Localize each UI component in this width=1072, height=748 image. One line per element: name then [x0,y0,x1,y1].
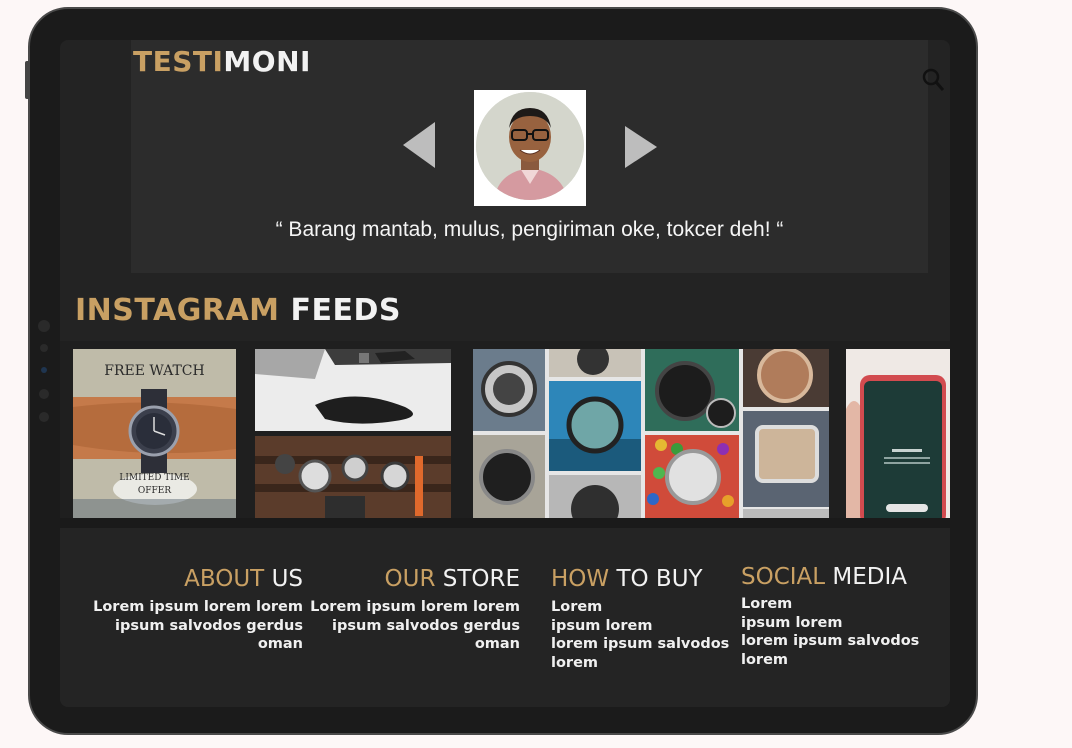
text-line: lorem ipsum salvodos [741,633,920,649]
testimoni-title: TESTIMONI [133,45,311,78]
text-line: oman [474,636,520,652]
footer-about-heading: ABOUT US [60,566,303,592]
footer-store-heading: OUR STORE [320,566,521,592]
camera-dot [38,320,50,332]
sensor-dot [39,389,49,399]
testimonial-quote: “ Barang mantab, mulus, pengiriman oke, … [275,218,784,241]
instagram-post[interactable] [255,436,451,518]
post-bottom-text-2: OFFER [137,486,172,496]
text-line: Lorem ipsum lorem lorem [310,599,520,615]
text-line: lorem ipsum salvodos [551,636,730,652]
text-line: oman [257,636,303,652]
heading-white-part: STORE [442,566,520,592]
heading-white-part: US [271,566,303,592]
post-bottom-text-1: LIMITED TIME [119,473,190,483]
title-gold-part: TESTI [133,45,224,78]
footer: ABOUT US Lorem ipsum lorem lorem ipsum s… [60,528,950,707]
text-line: ipsum salvodos gerdus [115,617,303,634]
sensor-dot [40,344,48,352]
text-line: Lorem [551,599,603,615]
heading-gold-part: ABOUT [184,566,265,592]
heading-gold-part: HOW [551,566,610,592]
title-white-part: MONI [223,45,311,78]
sensor-dot [39,412,49,422]
search-icon[interactable] [922,68,944,92]
footer-social-heading: SOCIAL MEDIA [741,564,907,590]
heading-gold-part: OUR [384,566,436,592]
text-line: Lorem ipsum lorem lorem [93,599,303,615]
text-line: ipsum lorem [551,617,653,634]
testimoni-section: TESTIMONI “ Barang mantab, mulus, pengir… [131,40,928,273]
sensor-dot [41,367,47,373]
footer-howto-heading: HOW TO BUY [551,566,703,592]
instagram-feed-strip: FREE WATCH LIMITED TIME OFFER [60,341,950,526]
heading-gold-part: SOCIAL [741,564,826,590]
avatar-frame [474,90,586,206]
footer-about-text: Lorem ipsum lorem lorem ipsum salvodos g… [80,598,303,654]
text-line: ipsum salvodos gerdus [332,617,520,634]
text-line: ipsum lorem [741,614,843,631]
post-top-text: FREE WATCH [104,363,205,379]
tablet-frame: TESTIMONI “ Barang mantab, mulus, pengir… [25,7,978,735]
heading-white-part: TO BUY [616,566,703,592]
ig-title-white: FEEDS [290,293,401,328]
heading-white-part: MEDIA [832,564,908,590]
instagram-post[interactable] [473,349,829,518]
instagram-post[interactable] [846,349,950,523]
footer-howto-text: Lorem ipsum lorem lorem ipsum salvodos l… [551,598,731,672]
tablet-side-button [25,61,30,99]
text-line: Lorem [741,596,793,612]
footer-social-text: Lorem ipsum lorem lorem ipsum salvodos l… [741,595,931,669]
screen: TESTIMONI “ Barang mantab, mulus, pengir… [60,40,950,707]
ig-title-gold: INSTAGRAM [75,293,280,328]
divider [60,518,950,528]
instagram-post[interactable] [255,349,451,431]
footer-store-text: Lorem ipsum lorem lorem ipsum salvodos g… [297,598,520,654]
instagram-feeds-title: INSTAGRAM FEEDS [75,293,401,328]
avatar [476,92,584,200]
text-line: lorem [551,654,599,671]
prev-testimonial-button[interactable] [403,122,435,168]
next-testimonial-button[interactable] [625,126,657,168]
text-line: lorem [741,651,789,668]
instagram-post[interactable]: FREE WATCH LIMITED TIME OFFER [73,349,236,518]
